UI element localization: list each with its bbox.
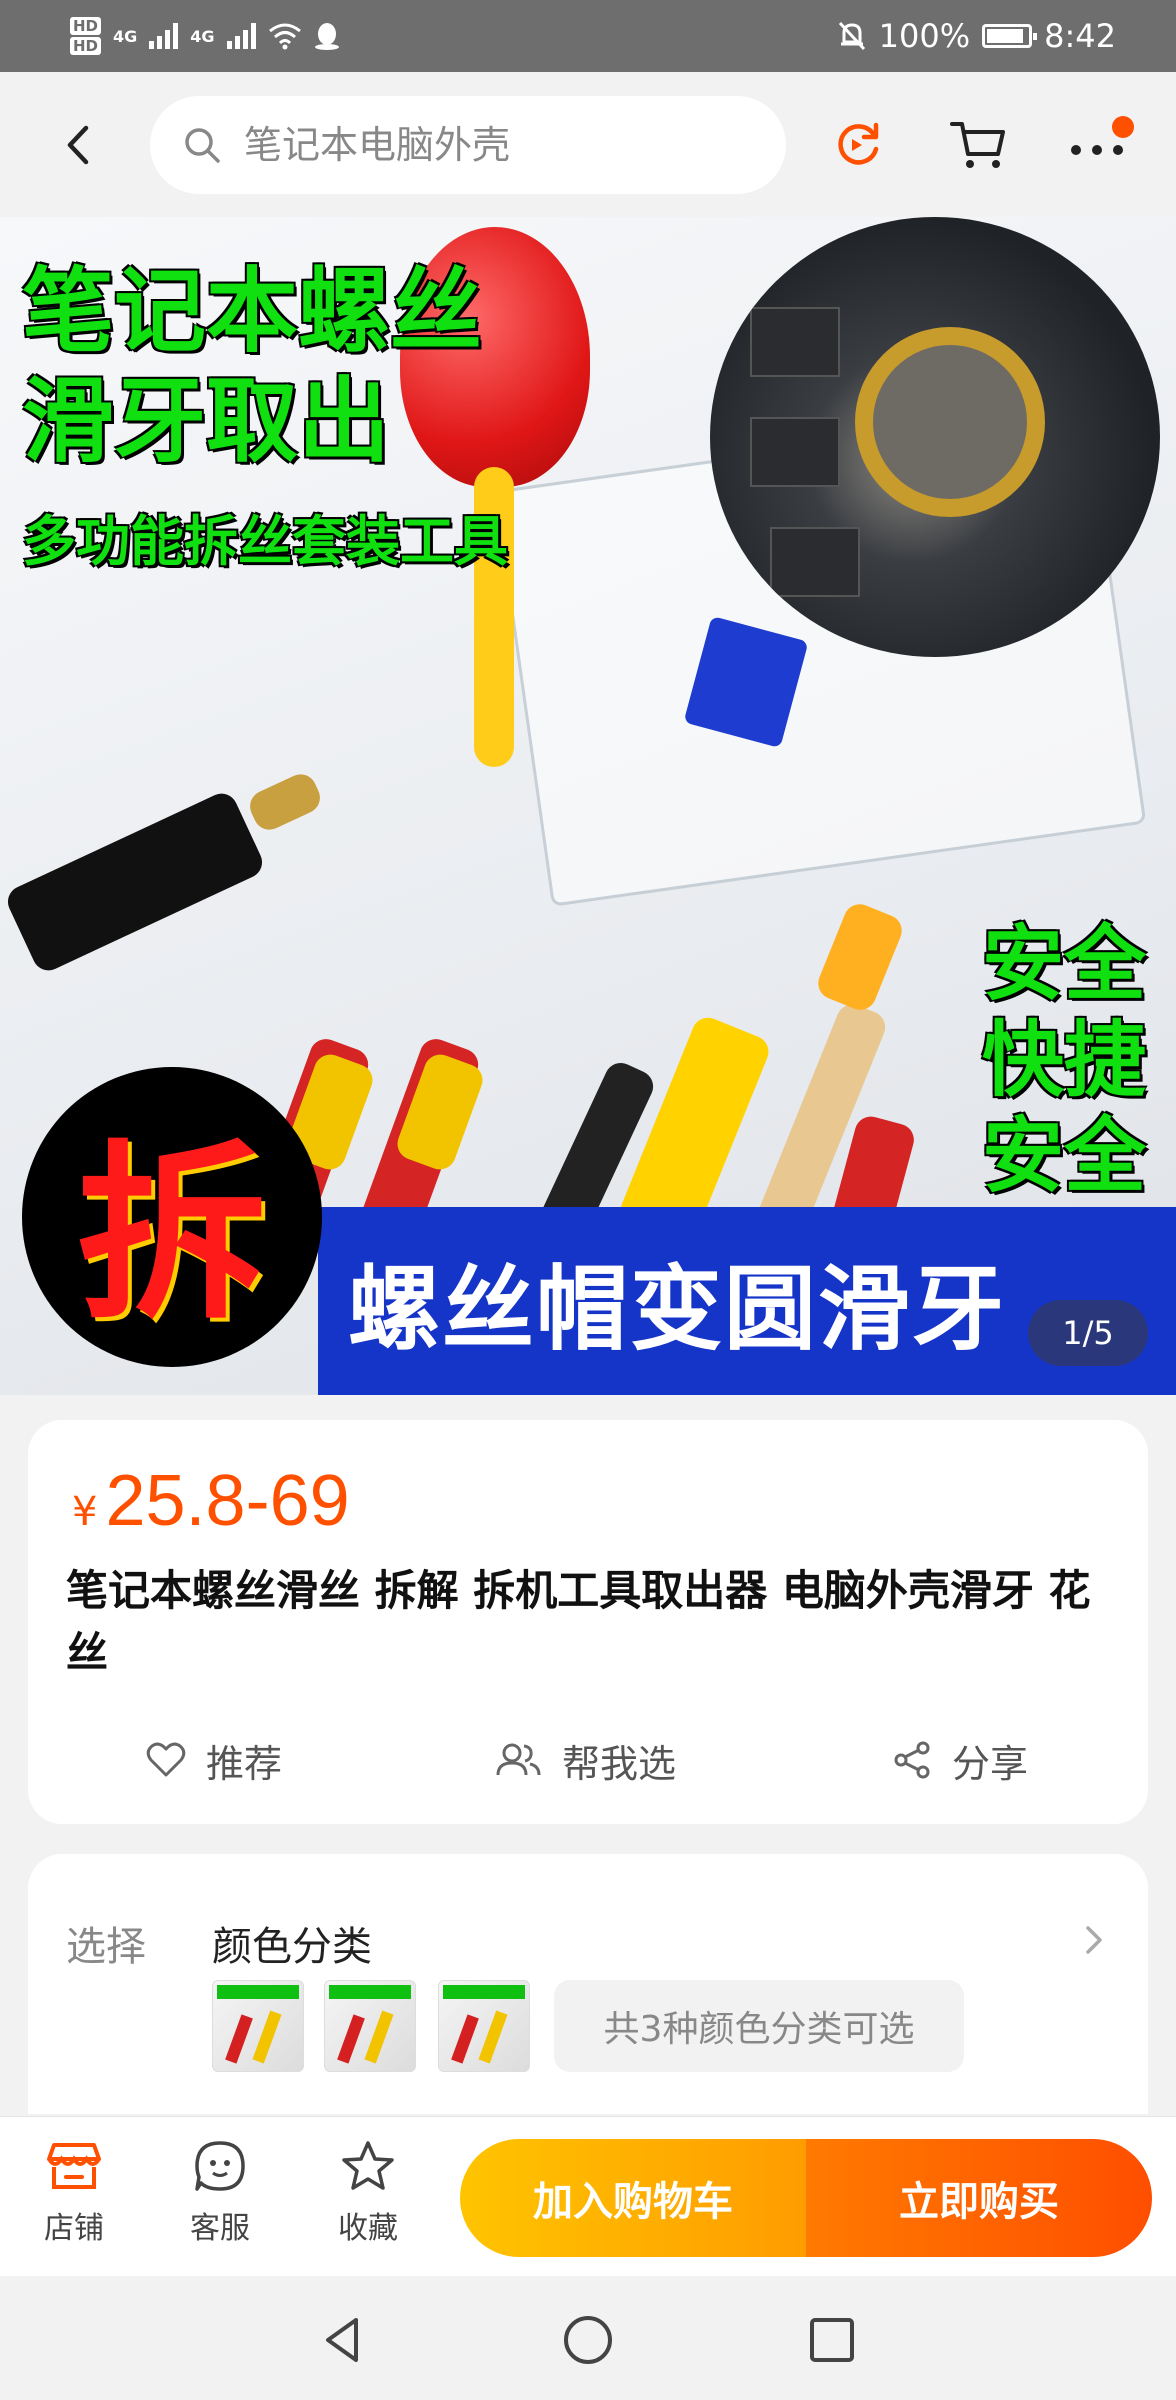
wifi-icon xyxy=(268,23,301,50)
buy-now-button[interactable]: 立即购买 xyxy=(806,2139,1152,2257)
image-side-text-3: 安全 xyxy=(981,1109,1146,1204)
image-subhead: 多功能拆丝套装工具 xyxy=(22,510,508,573)
search-box[interactable] xyxy=(150,96,786,194)
shop-icon xyxy=(47,2143,101,2189)
system-nav-bar xyxy=(0,2276,1176,2400)
search-input[interactable] xyxy=(244,123,744,167)
signal-label-1: 4G xyxy=(113,26,138,46)
star-icon xyxy=(342,2141,394,2190)
image-headline-2: 滑牙取出 xyxy=(22,368,391,475)
notification-dot xyxy=(1112,116,1134,138)
share-label: 分享 xyxy=(952,1741,1029,1786)
heart-icon xyxy=(146,1742,186,1777)
nav-home-icon[interactable] xyxy=(560,2312,616,2368)
hd-indicator: HD HD xyxy=(70,16,102,56)
favorite-button[interactable]: 收藏 xyxy=(308,2139,428,2247)
image-banner-text: 螺丝帽变圆滑牙 xyxy=(348,1255,1007,1363)
status-bar: HD HD 4G 4G 100% 8:42 xyxy=(0,0,1176,72)
qq-icon xyxy=(314,23,339,50)
sku-select-card[interactable]: 选择 颜色分类 共3种颜色分类可选 xyxy=(28,1854,1148,2114)
help-choose-button[interactable]: 帮我选 xyxy=(494,1733,676,1788)
chat-face-icon xyxy=(195,2141,245,2191)
back-icon[interactable] xyxy=(58,120,98,170)
status-right: 100% 8:42 xyxy=(837,17,1116,55)
sku-thumbnail[interactable] xyxy=(212,1980,304,2072)
image-badge-char: 拆 xyxy=(76,1123,267,1345)
image-grinder xyxy=(2,788,268,976)
nav-back-icon[interactable] xyxy=(316,2312,372,2368)
bottom-action-bar: 店铺 客服 收藏 加入购物车 立即购买 xyxy=(0,2116,1176,2276)
signal-icon xyxy=(149,23,179,49)
search-icon xyxy=(185,128,220,163)
sku-count-pill[interactable]: 共3种颜色分类可选 xyxy=(554,1980,964,2072)
nav-recents-icon[interactable] xyxy=(804,2312,860,2368)
product-image-carousel[interactable]: 笔记本螺丝 滑牙取出 多功能拆丝套装工具 安全 快捷 安全 螺丝帽变圆滑牙 拆 … xyxy=(0,217,1176,1395)
product-info-card: ¥ 25.8-69 笔记本螺丝滑丝 拆解 拆机工具取出器 电脑外壳滑牙 花丝 推… xyxy=(28,1420,1148,1824)
clock: 8:42 xyxy=(1044,17,1116,55)
price-value: 25.8-69 xyxy=(105,1461,350,1541)
favorite-label: 收藏 xyxy=(338,2211,398,2246)
share-icon xyxy=(894,1741,930,1779)
recommend-label: 推荐 xyxy=(206,1741,283,1786)
product-title: 笔记本螺丝滑丝 拆解 拆机工具取出器 电脑外壳滑牙 花丝 xyxy=(66,1566,1091,1677)
chevron-right-icon xyxy=(1086,1926,1102,1954)
carousel-page-indicator: 1/5 xyxy=(1028,1300,1148,1366)
mute-bell-icon xyxy=(838,21,865,51)
sku-thumbnail[interactable] xyxy=(438,1980,530,2072)
hd-label-1: HD xyxy=(70,17,102,35)
battery-icon xyxy=(982,24,1038,48)
customer-service-button[interactable]: 客服 xyxy=(160,2139,280,2247)
image-badge: 拆 xyxy=(22,1067,322,1367)
top-bar xyxy=(0,72,1176,217)
select-value: 颜色分类 xyxy=(212,1924,372,1970)
price: ¥ 25.8-69 xyxy=(72,1460,350,1542)
image-banner: 螺丝帽变圆滑牙 xyxy=(318,1207,1176,1395)
add-to-cart-button[interactable]: 加入购物车 xyxy=(460,2139,806,2257)
service-label: 客服 xyxy=(190,2211,250,2246)
status-left: HD HD 4G 4G xyxy=(70,16,340,56)
more-menu-button[interactable] xyxy=(1064,116,1134,172)
shop-label: 店铺 xyxy=(44,2211,104,2246)
currency-symbol: ¥ xyxy=(72,1489,98,1535)
battery-percent: 100% xyxy=(878,17,971,55)
refresh-icon[interactable] xyxy=(830,117,886,173)
signal-icon xyxy=(226,23,256,49)
share-button[interactable]: 分享 xyxy=(892,1733,1028,1788)
people-icon xyxy=(496,1743,541,1776)
product-actions: 推荐 帮我选 分享 xyxy=(28,1720,1148,1800)
recommend-button[interactable]: 推荐 xyxy=(146,1733,282,1788)
image-chuck xyxy=(244,769,326,835)
image-screw-closeup xyxy=(710,217,1160,657)
signal-label-2: 4G xyxy=(190,26,215,46)
hd-label-2: HD xyxy=(70,37,102,55)
shop-button[interactable]: 店铺 xyxy=(14,2139,134,2247)
cart-icon[interactable] xyxy=(948,114,1008,174)
select-label: 选择 xyxy=(66,1924,146,1970)
sku-thumbnail[interactable] xyxy=(324,1980,416,2072)
help-choose-label: 帮我选 xyxy=(562,1741,677,1786)
